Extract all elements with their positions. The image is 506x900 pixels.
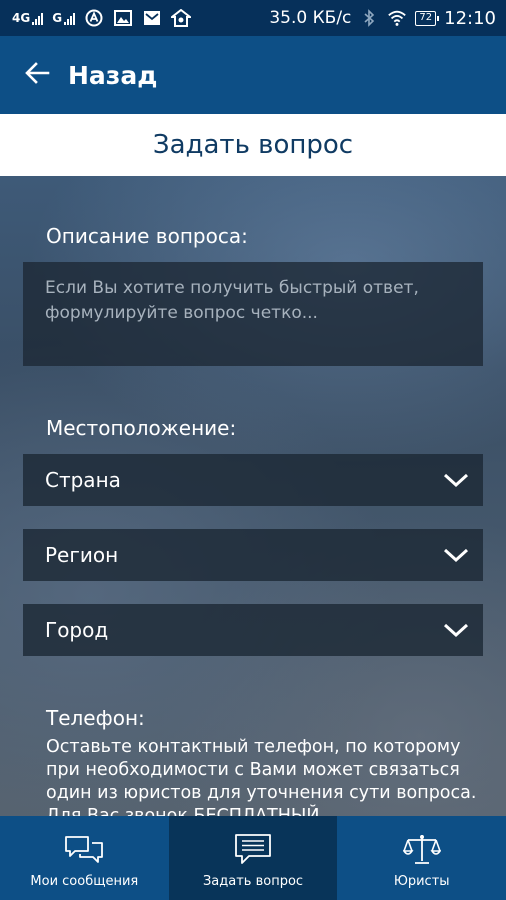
bottom-navigation: Мои сообщения Задать вопрос Юристы — [0, 816, 506, 900]
description-field-container — [23, 262, 483, 366]
location-label: Местоположение: — [46, 416, 237, 440]
nav-my-messages[interactable]: Мои сообщения — [0, 816, 169, 900]
clock: 12:10 — [444, 7, 496, 29]
chevron-down-icon — [443, 547, 469, 563]
status-bar: 4G G 35.0 КБ/с 72 12:10 — [0, 0, 506, 36]
wifi-icon — [387, 8, 407, 28]
nav-ask-question[interactable]: Задать вопрос — [168, 816, 338, 900]
network-speed: 35.0 КБ/с — [269, 8, 352, 28]
chat-bubbles-icon — [64, 830, 104, 868]
phone-label: Телефон: — [46, 706, 145, 730]
signal-4g-indicator: 4G — [12, 11, 44, 25]
nav-label: Мои сообщения — [30, 874, 139, 889]
city-select[interactable]: Город — [23, 604, 483, 656]
back-title[interactable]: Назад — [68, 61, 157, 90]
city-select-value: Город — [45, 618, 109, 642]
bluetooth-icon — [359, 8, 379, 28]
chevron-down-icon — [443, 472, 469, 488]
scales-icon — [402, 830, 441, 868]
description-label: Описание вопроса: — [46, 224, 248, 248]
phone-description: Оставьте контактный телефон, по которому… — [46, 737, 477, 816]
country-select-value: Страна — [45, 468, 121, 492]
page-header: Задать вопрос — [0, 114, 506, 176]
nav-lawyers[interactable]: Юристы — [337, 816, 506, 900]
battery-indicator: 72 — [415, 10, 439, 26]
back-button[interactable] — [24, 45, 68, 105]
chevron-down-icon — [443, 622, 469, 638]
signal-bars-icon — [64, 13, 76, 25]
description-input[interactable] — [45, 276, 461, 352]
nav-label: Юристы — [393, 874, 450, 889]
message-icon — [234, 830, 272, 868]
question-form: Описание вопроса: Местоположение: Страна… — [0, 176, 506, 816]
signal-g-indicator: G — [52, 11, 76, 25]
region-select[interactable]: Регион — [23, 529, 483, 581]
nav-label: Задать вопрос — [202, 874, 304, 889]
region-select-value: Регион — [45, 543, 119, 567]
arrow-left-icon — [24, 62, 50, 88]
status-right-icons: 35.0 КБ/с 72 12:10 — [269, 8, 496, 29]
app-bar: Назад — [0, 36, 506, 114]
app-notification-icon — [84, 8, 104, 28]
country-select[interactable]: Страна — [23, 454, 483, 506]
network-type-label: G — [52, 11, 63, 25]
status-left-icons: 4G G — [12, 8, 192, 28]
mail-icon — [142, 8, 162, 28]
network-type-label: 4G — [12, 11, 31, 25]
signal-bars-icon — [32, 13, 44, 25]
home-app-icon — [171, 8, 192, 28]
gallery-icon — [113, 8, 133, 28]
page-title: Задать вопрос — [152, 130, 354, 160]
